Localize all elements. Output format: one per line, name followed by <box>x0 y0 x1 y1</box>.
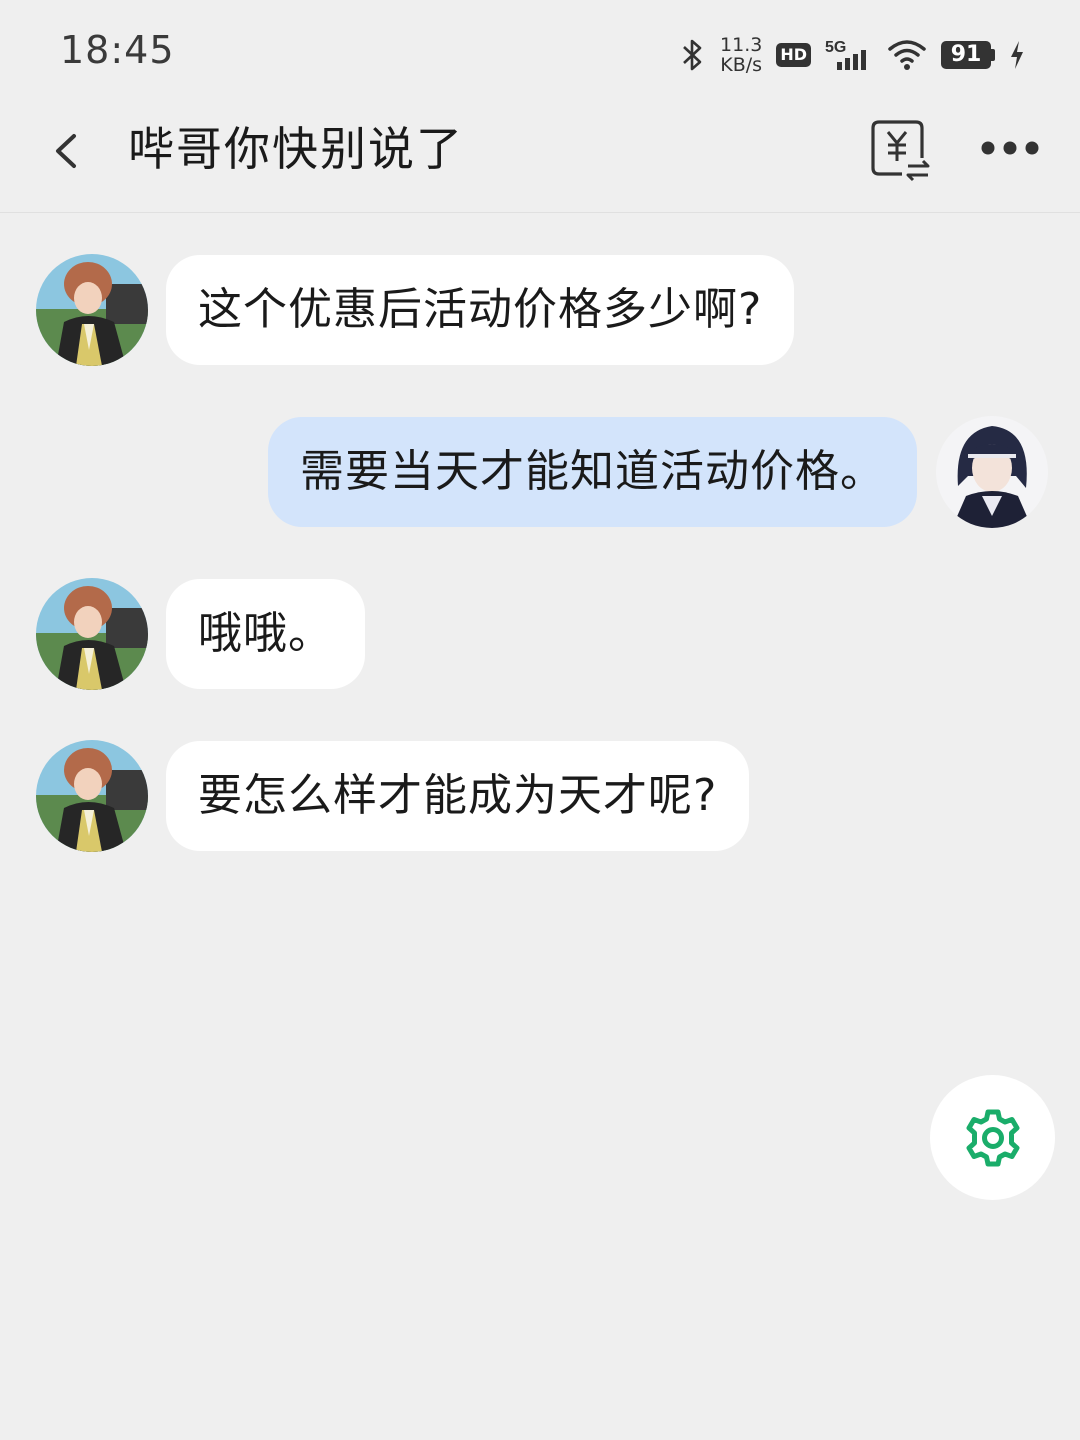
chat-header: 哔哥你快别说了 <box>0 100 1080 213</box>
hd-icon: HD <box>776 43 811 67</box>
message-row: 需要当天才能知道活动价格。 <box>0 416 1080 528</box>
status-icons: 11.3 KB/s HD 5G 91 <box>678 30 1025 80</box>
battery-icon: 91 <box>941 41 995 69</box>
battery-level: 91 <box>941 41 991 69</box>
avatar[interactable] <box>36 254 148 366</box>
status-bar: 18:45 11.3 KB/s HD 5G 91 <box>0 0 1080 100</box>
back-button[interactable] <box>38 114 98 184</box>
more-icon <box>981 141 1039 155</box>
bluetooth-icon <box>683 39 702 71</box>
net-speed: 11.3 KB/s <box>720 35 762 75</box>
chat-title: 哔哥你快别说了 <box>128 122 464 176</box>
message-row: 哦哦。 <box>0 578 1080 690</box>
avatar[interactable] <box>936 416 1048 528</box>
gear-icon <box>966 1109 1019 1166</box>
net-speed-unit: KB/s <box>720 54 763 76</box>
message-row: 这个优惠后活动价格多少啊? <box>0 254 1080 366</box>
status-time: 18:45 <box>60 28 175 72</box>
avatar[interactable] <box>36 578 148 690</box>
message-row: 要怎么样才能成为天才呢? <box>0 740 1080 852</box>
avatar[interactable] <box>36 740 148 852</box>
net-speed-value: 11.3 <box>720 34 763 56</box>
network-type-label: 5G <box>825 39 846 56</box>
message-bubble-outgoing[interactable]: 需要当天才能知道活动价格。 <box>268 417 917 527</box>
signal-icon: 5G <box>825 39 866 70</box>
transfer-button[interactable] <box>868 114 934 184</box>
wifi-icon <box>888 40 926 70</box>
more-button[interactable] <box>975 120 1045 176</box>
back-icon <box>56 134 76 168</box>
yuan-transfer-icon <box>871 120 930 182</box>
message-bubble-incoming[interactable]: 要怎么样才能成为天才呢? <box>166 741 750 851</box>
settings-button[interactable] <box>930 1075 1055 1200</box>
message-bubble-incoming[interactable]: 这个优惠后活动价格多少啊? <box>166 255 795 365</box>
message-bubble-incoming[interactable]: 哦哦。 <box>166 579 365 689</box>
charging-icon <box>1011 41 1023 69</box>
